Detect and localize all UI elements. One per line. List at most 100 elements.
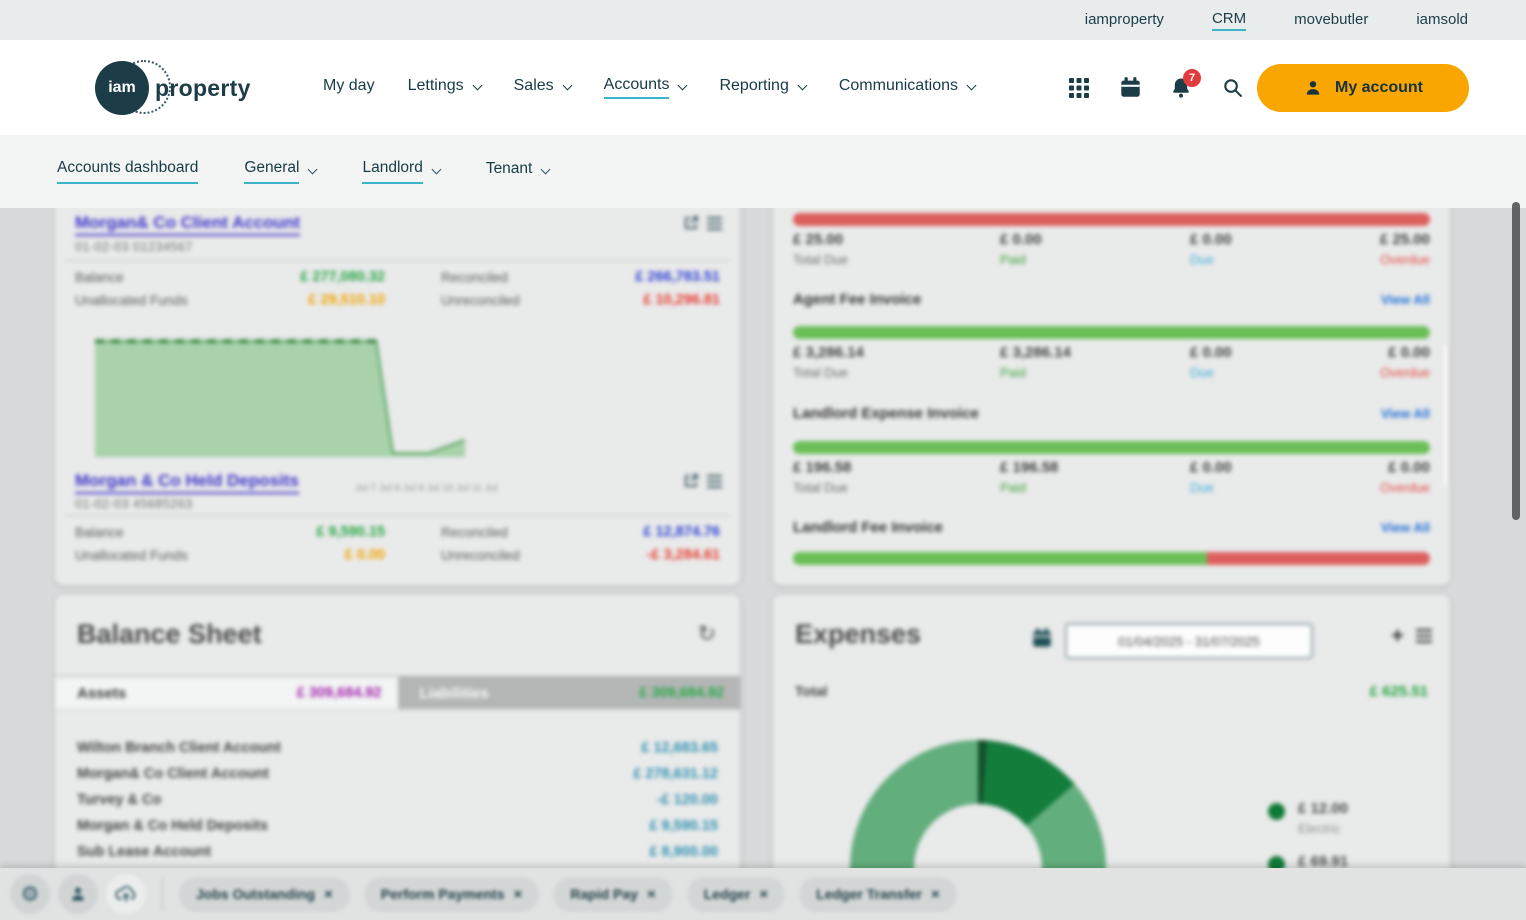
person-icon xyxy=(68,884,88,904)
top-link-iamproperty[interactable]: iamproperty xyxy=(1085,11,1164,30)
notification-count-badge: 7 xyxy=(1183,69,1201,87)
expenses-total-row: Total £ 625.51 xyxy=(795,683,1428,700)
table-row[interactable]: Turvey & Co-£ 120.00 xyxy=(77,787,718,813)
table-row[interactable]: Sub Lease Account£ 8,900.00 xyxy=(77,839,718,865)
chevron-down-icon xyxy=(431,165,441,175)
close-icon[interactable]: × xyxy=(324,886,333,903)
add-expense-icon[interactable]: + xyxy=(1391,623,1404,649)
product-switcher-bar: iamproperty CRM movebutler iamsold xyxy=(0,0,1526,40)
date-range-input[interactable] xyxy=(1065,623,1313,659)
tab-jobs-outstanding[interactable]: Jobs Outstanding× xyxy=(179,877,350,912)
table-row[interactable]: Wilton Branch Client Account£ 12,683.65 xyxy=(77,735,718,761)
close-icon[interactable]: × xyxy=(759,886,768,903)
due-value: £ 0.00 xyxy=(1190,231,1380,248)
accounts-subnav: Accounts dashboard General Landlord Tena… xyxy=(0,135,1526,208)
nav-my-day[interactable]: My day xyxy=(323,77,375,98)
client-account-title-link[interactable]: Morgan& Co Client Account xyxy=(75,213,300,236)
row-value: £ 9,590.15 xyxy=(649,818,718,834)
balance-sheet-rows: Wilton Branch Client Account£ 12,683.65 … xyxy=(77,735,718,865)
settings-button[interactable]: ⚙ xyxy=(10,874,50,914)
tab-ledger[interactable]: Ledger× xyxy=(687,877,785,912)
subnav-accounts-dashboard[interactable]: Accounts dashboard xyxy=(57,159,198,184)
client-accounts-card: Morgan& Co Client Account 01-02-03 01234… xyxy=(55,208,740,585)
iamproperty-logo[interactable]: iam property xyxy=(95,60,251,116)
menu-icon[interactable] xyxy=(707,475,722,488)
invoice-progress-bar xyxy=(793,441,1430,454)
tab-rapid-pay[interactable]: Rapid Pay× xyxy=(553,877,672,912)
user-button[interactable] xyxy=(58,874,98,914)
refresh-icon[interactable]: ↻ xyxy=(698,621,716,647)
page-scrollbar-thumb[interactable] xyxy=(1512,202,1520,520)
due-value: £ 0.00 xyxy=(1190,344,1380,361)
dashboard-content: Morgan& Co Client Account 01-02-03 01234… xyxy=(0,208,1526,920)
row-value: £ 278,631.12 xyxy=(633,766,718,782)
invoice-progress-bar xyxy=(793,552,1430,565)
open-external-icon[interactable] xyxy=(683,473,699,489)
apps-grid-icon[interactable] xyxy=(1067,76,1091,100)
nav-sales[interactable]: Sales xyxy=(514,77,571,98)
main-header: iam property My day Lettings Sales Accou… xyxy=(0,40,1526,135)
held-deposits-title-link[interactable]: Morgan & Co Held Deposits xyxy=(75,471,299,494)
my-account-button[interactable]: My account xyxy=(1257,64,1469,112)
liabilities-tab-label: Liabilities xyxy=(420,685,489,702)
nav-reporting[interactable]: Reporting xyxy=(719,77,805,98)
subnav-landlord[interactable]: Landlord xyxy=(362,159,439,184)
divider xyxy=(162,877,163,911)
legend-label: Electric xyxy=(1298,821,1348,836)
invoice-progress-bar xyxy=(793,213,1430,226)
reconciled-value: £ 12,874.76 xyxy=(591,524,720,540)
close-icon[interactable]: × xyxy=(647,886,656,903)
assets-tab-label: Assets xyxy=(77,685,126,702)
balance-sheet-title: Balance Sheet xyxy=(77,619,262,650)
close-icon[interactable]: × xyxy=(931,886,940,903)
nav-lettings[interactable]: Lettings xyxy=(408,77,481,98)
liabilities-total-value: £ 309,684.92 xyxy=(639,685,724,701)
cloud-upload-icon xyxy=(114,882,138,906)
view-all-link[interactable]: View All xyxy=(1381,520,1430,535)
nav-communications[interactable]: Communications xyxy=(839,77,975,98)
unallocated-value: £ 29,510.10 xyxy=(225,292,385,308)
top-link-crm[interactable]: CRM xyxy=(1212,10,1246,31)
my-account-label: My account xyxy=(1335,79,1423,97)
total-due-value: £ 25.00 xyxy=(793,231,1000,248)
balance-label: Balance xyxy=(75,270,225,285)
tab-perform-payments[interactable]: Perform Payments× xyxy=(364,877,539,912)
table-row[interactable]: Morgan & Co Held Deposits£ 9,590.15 xyxy=(77,813,718,839)
row-value: -£ 120.00 xyxy=(657,792,718,808)
bottom-tab-bar: ⚙ Jobs Outstanding× Perform Payments× Ra… xyxy=(0,868,1526,920)
paid-value: £ 3,286.14 xyxy=(1000,344,1190,361)
landlord-fee-invoice-title: Landlord Fee Invoice xyxy=(793,519,943,536)
balance-value: £ 9,590.15 xyxy=(225,524,385,540)
subnav-tenant[interactable]: Tenant xyxy=(486,160,550,183)
total-due-value: £ 196.58 xyxy=(793,459,1000,476)
balance-label: Balance xyxy=(75,525,225,540)
legend-dot xyxy=(1268,803,1285,820)
invoice-section-header: Agent Fee Invoice View All xyxy=(793,291,1430,308)
menu-icon[interactable] xyxy=(1416,629,1432,648)
divider xyxy=(65,260,730,261)
close-icon[interactable]: × xyxy=(513,886,522,903)
unallocated-label: Unallocated Funds xyxy=(75,293,225,308)
invoice-stats: £ 196.58Total Due £ 196.58Paid £ 0.00Due… xyxy=(793,459,1430,495)
calendar-icon[interactable] xyxy=(1118,76,1142,100)
top-link-movebutler[interactable]: movebutler xyxy=(1294,11,1368,30)
tab-assets[interactable]: Assets £ 309,684.92 xyxy=(55,677,398,709)
tab-ledger-transfer[interactable]: Ledger Transfer× xyxy=(799,877,957,912)
paid-label: Paid xyxy=(1000,480,1190,495)
menu-icon[interactable] xyxy=(707,217,722,230)
notifications-bell-icon[interactable]: 7 xyxy=(1169,76,1193,100)
overdue-label: Overdue xyxy=(1380,480,1430,495)
due-label: Due xyxy=(1190,480,1380,495)
view-all-link[interactable]: View All xyxy=(1381,406,1430,421)
upload-button[interactable] xyxy=(106,874,146,914)
card-scrollbar-thumb[interactable] xyxy=(1442,343,1448,487)
table-row[interactable]: Morgan& Co Client Account£ 278,631.12 xyxy=(77,761,718,787)
search-icon[interactable] xyxy=(1220,76,1244,100)
nav-accounts[interactable]: Accounts xyxy=(604,76,687,99)
calendar-icon[interactable] xyxy=(1031,627,1053,654)
tab-liabilities[interactable]: Liabilities £ 309,684.92 xyxy=(398,677,741,709)
subnav-general[interactable]: General xyxy=(244,159,316,184)
top-link-iamsold[interactable]: iamsold xyxy=(1416,11,1468,30)
open-external-icon[interactable] xyxy=(683,215,699,231)
view-all-link[interactable]: View All xyxy=(1381,292,1430,307)
